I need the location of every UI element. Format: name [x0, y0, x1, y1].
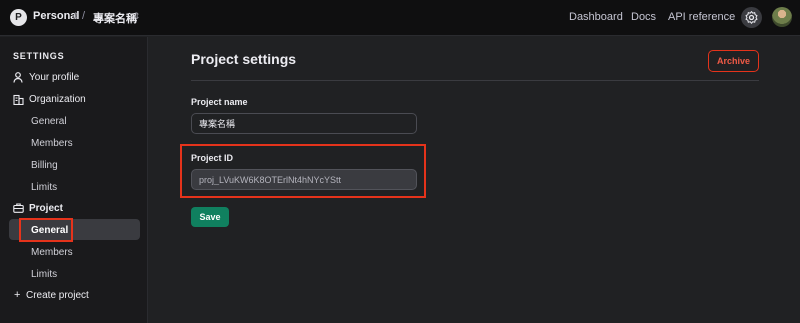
plus-icon: + — [14, 289, 21, 301]
divider — [191, 80, 759, 81]
project-id-field[interactable] — [191, 169, 417, 190]
settings-sidebar: SETTINGS Your profile Organization Gener… — [0, 37, 148, 323]
sidebar-item-org-general[interactable]: General — [31, 116, 67, 127]
briefcase-icon — [13, 203, 24, 213]
sidebar-item-org-members[interactable]: Members — [31, 138, 73, 149]
chevron-updown-icon[interactable]: ⇕ — [133, 11, 141, 22]
project-id-label: Project ID — [191, 153, 234, 163]
create-project-link[interactable]: Create project — [26, 290, 89, 301]
project-name-label: Project name — [191, 97, 248, 107]
sidebar-item-org-billing[interactable]: Billing — [31, 160, 58, 171]
project-name-input[interactable] — [191, 113, 417, 134]
user-icon — [13, 72, 23, 83]
sidebar-item-org-limits[interactable]: Limits — [31, 182, 57, 193]
org-avatar[interactable]: P — [10, 9, 27, 26]
save-button[interactable]: Save — [191, 207, 229, 227]
page-title: Project settings — [191, 51, 297, 67]
archive-button[interactable]: Archive — [708, 50, 759, 72]
main-content: Project settings Archive Project name Pr… — [149, 37, 800, 323]
sidebar-item-project-members[interactable]: Members — [31, 247, 73, 258]
sidebar-item-organization[interactable]: Organization — [29, 94, 86, 105]
sidebar-heading: SETTINGS — [13, 51, 65, 61]
gear-icon — [745, 11, 758, 24]
project-switcher[interactable]: 專案名稱 — [93, 10, 137, 26]
building-icon — [13, 94, 24, 105]
sidebar-item-your-profile[interactable]: Your profile — [29, 72, 79, 83]
chevron-updown-icon[interactable]: ⇕ — [72, 11, 80, 22]
settings-button[interactable] — [741, 7, 762, 28]
annotation-highlight-box — [19, 218, 73, 242]
nav-docs-link[interactable]: Docs — [631, 11, 656, 23]
user-avatar[interactable] — [772, 7, 792, 27]
breadcrumb-separator: / — [82, 10, 86, 22]
top-bar: P Personal ⇕ / 專案名稱 ⇕ Dashboard Docs API… — [0, 0, 800, 36]
nav-api-reference-link[interactable]: API reference — [668, 11, 735, 23]
nav-dashboard-link[interactable]: Dashboard — [569, 11, 623, 23]
sidebar-item-project-limits[interactable]: Limits — [31, 269, 57, 280]
sidebar-item-project[interactable]: Project — [29, 203, 63, 214]
